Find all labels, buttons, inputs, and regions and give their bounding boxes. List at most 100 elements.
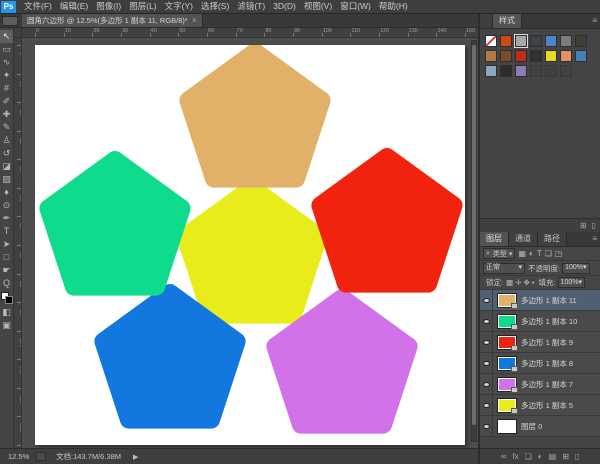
filter-smart-object-icon[interactable]: ◳ (555, 249, 563, 258)
style-swatch[interactable] (545, 50, 557, 62)
lock-all-icon[interactable]: ▪ (532, 278, 535, 287)
style-swatch[interactable] (515, 65, 527, 77)
tool-brush-icon[interactable]: ✎ (0, 121, 13, 134)
tool-clone-stamp-icon[interactable]: ♙ (0, 134, 13, 147)
layers-panel-menu-icon[interactable]: ≡ (589, 232, 600, 246)
layer-effects-icon[interactable]: fx (512, 451, 518, 463)
eye-icon[interactable] (483, 340, 490, 345)
layer-thumbnail[interactable] (497, 377, 517, 392)
lock-position-icon[interactable]: ✥ (523, 278, 529, 287)
delete-layer-icon[interactable]: ▯ (575, 451, 579, 463)
tool-quick-select-icon[interactable]: ✦ (0, 69, 13, 82)
style-swatch[interactable] (560, 65, 572, 77)
menu-item-8[interactable]: 3D(D) (269, 0, 300, 13)
foreground-background-swatches[interactable] (1, 292, 13, 304)
layer-thumbnail[interactable] (497, 419, 517, 434)
link-layers-icon[interactable]: ∞ (501, 451, 507, 463)
style-swatch[interactable] (560, 50, 572, 62)
style-swatch[interactable] (515, 35, 527, 47)
tool-move-icon[interactable]: ↖ (0, 30, 13, 43)
tool-screen-mode-icon[interactable]: ▣ (0, 319, 13, 332)
tool-marquee-icon[interactable]: ▭ (0, 43, 13, 56)
tool-lasso-icon[interactable]: ∿ (0, 56, 13, 69)
tool-gradient-icon[interactable]: ▨ (0, 173, 13, 186)
visibility-cell[interactable] (480, 374, 493, 395)
eye-icon[interactable] (483, 424, 490, 429)
menu-item-11[interactable]: 帮助(H) (375, 0, 412, 13)
document-canvas[interactable] (35, 45, 465, 445)
layer-thumbnail[interactable] (497, 293, 517, 308)
layer-row[interactable]: 多边形 1 副本 7 (480, 374, 600, 395)
filter-shape-icon[interactable]: ❏ (545, 249, 552, 258)
background-color-swatch[interactable] (5, 296, 13, 304)
new-layer-icon[interactable]: ⊞ (562, 451, 569, 463)
style-swatch[interactable] (500, 65, 512, 77)
style-swatch[interactable] (530, 35, 542, 47)
new-style-icon[interactable]: ⊞ (580, 220, 587, 232)
filter-adjustment-icon[interactable]: ◐ (529, 249, 534, 258)
layer-group-icon[interactable]: ▤ (549, 451, 557, 463)
style-swatch[interactable] (560, 35, 572, 47)
tool-eraser-icon[interactable]: ◪ (0, 160, 13, 173)
fill-field[interactable]: 100% ▾ (558, 277, 585, 288)
status-options-icon[interactable] (36, 452, 46, 461)
layer-row[interactable]: 多边形 1 副本 11 (480, 290, 600, 311)
layer-thumbnail[interactable] (497, 398, 517, 413)
style-swatch[interactable] (515, 50, 527, 62)
tool-crop-icon[interactable]: # (0, 82, 13, 95)
delete-style-icon[interactable]: ▯ (592, 220, 596, 232)
eye-icon[interactable] (483, 403, 490, 408)
lock-pixels-icon[interactable]: ✛ (515, 278, 521, 287)
shape-red-pentagon[interactable] (320, 157, 453, 284)
menu-item-9[interactable]: 视图(V) (300, 0, 336, 13)
menu-item-5[interactable]: 文字(Y) (161, 0, 197, 13)
tab-styles[interactable]: 样式 (493, 14, 522, 28)
menu-item-3[interactable]: 图像(I) (92, 0, 125, 13)
layer-thumbnail[interactable] (497, 314, 517, 329)
layer-filter-type-select[interactable]: ⌕ 类型 ▾ (483, 248, 515, 259)
style-swatch[interactable] (530, 50, 542, 62)
tool-blur-icon[interactable]: ♦ (0, 186, 13, 199)
style-swatch[interactable] (485, 65, 497, 77)
tab-channels[interactable]: 通道 (509, 232, 538, 246)
layer-thumbnail[interactable] (497, 335, 517, 350)
style-swatch[interactable] (575, 35, 587, 47)
visibility-cell[interactable] (480, 290, 493, 311)
style-swatch[interactable] (500, 50, 512, 62)
zoom-level-field[interactable]: 12.5% (8, 452, 36, 461)
tool-type-icon[interactable]: T (0, 225, 13, 238)
tool-hand-icon[interactable]: ☛ (0, 264, 13, 277)
style-swatch[interactable] (575, 50, 587, 62)
shape-tan-pentagon[interactable] (188, 52, 321, 179)
layer-row[interactable]: 多边形 1 副本 10 (480, 311, 600, 332)
tool-eyedropper-icon[interactable]: ✐ (0, 95, 13, 108)
visibility-cell[interactable] (480, 353, 493, 374)
style-swatch[interactable] (545, 65, 557, 77)
shape-yellow-pentagon[interactable] (185, 188, 318, 315)
tab-stub[interactable] (480, 14, 493, 28)
eye-icon[interactable] (483, 382, 490, 387)
close-tab-icon[interactable]: × (192, 16, 197, 25)
visibility-cell[interactable] (480, 395, 493, 416)
menu-item-10[interactable]: 窗口(W) (336, 0, 375, 13)
layer-row[interactable]: 多边形 1 副本 5 (480, 395, 600, 416)
tool-dodge-icon[interactable]: ⊙ (0, 199, 13, 212)
style-swatch[interactable] (530, 65, 542, 77)
styles-panel-menu-icon[interactable]: ≡ (589, 14, 600, 28)
blend-mode-select[interactable]: 正常 ▾ (483, 263, 525, 274)
toolbar-dock-handle[interactable] (2, 16, 18, 26)
menu-item-1[interactable]: 文件(F) (20, 0, 56, 13)
style-swatch[interactable] (545, 35, 557, 47)
vertical-scrollbar[interactable] (471, 40, 477, 442)
filter-pixel-icon[interactable]: ▦ (518, 249, 526, 258)
tool-history-brush-icon[interactable]: ↺ (0, 147, 13, 160)
layer-mask-icon[interactable]: ❏ (525, 451, 532, 463)
layer-thumbnail[interactable] (497, 356, 517, 371)
menu-item-6[interactable]: 选择(S) (197, 0, 233, 13)
style-swatch[interactable] (485, 35, 497, 47)
visibility-cell[interactable] (480, 416, 493, 437)
tool-path-select-icon[interactable]: ➤ (0, 238, 13, 251)
style-swatch[interactable] (500, 35, 512, 47)
eye-icon[interactable] (483, 361, 490, 366)
eye-icon[interactable] (483, 298, 490, 303)
